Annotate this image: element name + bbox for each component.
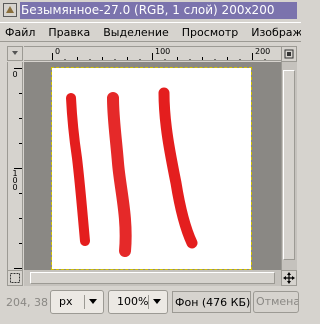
zoom-icon [284, 49, 294, 59]
unit-dropdown-button[interactable] [84, 295, 100, 309]
vertical-scroll-thumb[interactable] [283, 70, 295, 260]
status-bar: 204, 38 px 100% Фон (476 КБ) Отмена [0, 288, 301, 316]
quick-mask-icon [10, 273, 20, 283]
brush-stroke-1 [66, 93, 90, 246]
zoom-value: 100% [117, 295, 149, 308]
cancel-button[interactable]: Отмена [253, 291, 299, 313]
chevron-down-icon [12, 51, 18, 55]
pointer-coordinates: 204, 38 [6, 296, 48, 309]
vertical-ruler[interactable]: 0 100 [7, 62, 23, 270]
navigate-button[interactable] [281, 270, 297, 286]
unit-value: px [59, 295, 73, 308]
brush-stroke-3 [158, 87, 198, 249]
chevron-down-icon [153, 299, 161, 304]
move-cross-icon [283, 272, 295, 284]
brush-strokes [66, 87, 198, 257]
title-bar: Безымянное-27.0 (RGB, 1 слой) 200x200 [0, 0, 301, 22]
menu-image[interactable]: Изображение [246, 26, 301, 39]
menu-file[interactable]: Файл [0, 26, 40, 39]
canvas-area[interactable] [24, 62, 281, 270]
unit-selector[interactable]: px [50, 290, 104, 314]
gimp-window-icon[interactable] [3, 3, 17, 17]
window-title: Безымянное-27.0 (RGB, 1 слой) 200x200 [20, 2, 297, 19]
zoom-selector[interactable]: 100% [108, 290, 168, 314]
brush-stroke-2 [107, 92, 132, 257]
menu-view[interactable]: Просмотр [177, 26, 243, 39]
zoom-toggle-button[interactable] [281, 46, 297, 62]
horizontal-scroll-thumb[interactable] [30, 272, 275, 284]
ruler-label-200: 200 [255, 47, 271, 56]
chevron-down-icon [89, 299, 97, 304]
menu-arrow-button[interactable] [7, 46, 23, 61]
menu-bar: Файл Правка Выделение Просмотр Изображен… [0, 22, 301, 42]
layer-status: Фон (476 КБ) [172, 291, 251, 313]
quick-mask-button[interactable] [7, 270, 23, 286]
menu-edit[interactable]: Правка [43, 26, 95, 39]
image-canvas[interactable] [51, 67, 252, 270]
horizontal-ruler[interactable]: 0 100 200 [24, 46, 281, 61]
ruler-label-100: 100 [155, 47, 171, 56]
zoom-dropdown-button[interactable] [148, 295, 164, 309]
ruler-label-v0: 0 [12, 70, 18, 79]
menu-select[interactable]: Выделение [98, 26, 174, 39]
ruler-label-v100: 100 [12, 169, 18, 192]
ruler-label-0: 0 [55, 47, 61, 56]
